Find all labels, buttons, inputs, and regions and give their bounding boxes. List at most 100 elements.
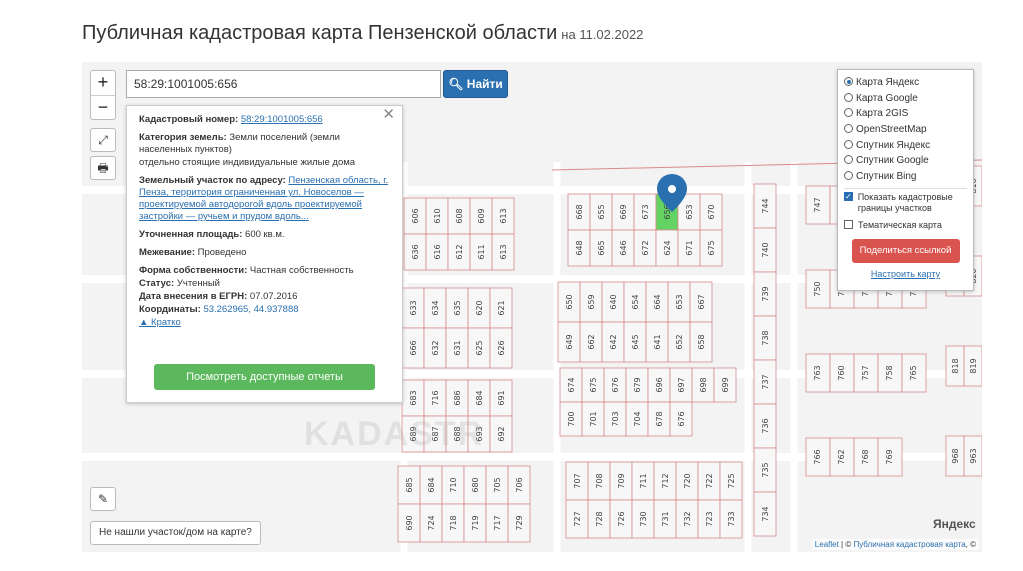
- layer-option[interactable]: Карта Google: [844, 91, 967, 107]
- parcel-number: 610: [433, 208, 442, 223]
- parcel-number: 747: [813, 197, 822, 212]
- fullscreen-button[interactable]: ⤢: [90, 128, 116, 152]
- parcel-number: 669: [619, 204, 628, 219]
- layer-option-label: OpenStreetMap: [856, 124, 927, 136]
- parcel-number: 696: [655, 377, 664, 392]
- radio-icon: [844, 92, 853, 102]
- parcel-number: 641: [653, 334, 662, 349]
- parcel-number: 728: [595, 511, 604, 526]
- page-title: Публичная кадастровая карта Пензенской о…: [82, 22, 643, 45]
- parcel-number: 653: [675, 294, 684, 309]
- parcel-number: 685: [405, 477, 414, 492]
- parcel-number: 723: [705, 511, 714, 526]
- parcel-number: 674: [567, 377, 576, 392]
- expand-icon: ⤢: [98, 133, 108, 147]
- parcel-number: 684: [475, 390, 484, 405]
- parcel-number: 722: [705, 473, 714, 488]
- parcel-number: 740: [761, 242, 770, 257]
- parcel-info-popup: ✕ Кадастровый номер: 58:29:1001005:656 К…: [126, 105, 403, 403]
- zoom-out-button[interactable]: −: [91, 95, 115, 119]
- parcel-number: 672: [641, 240, 650, 255]
- leaflet-link[interactable]: Leaflet: [815, 540, 839, 549]
- info-coordinates: Координаты: 53.262965, 44.937888: [139, 304, 299, 315]
- parcel-number: 963: [969, 448, 978, 463]
- watermark: KADASTR: [304, 415, 485, 453]
- info-cadastral-number: Кадастровый номер: 58:29:1001005:656: [139, 114, 323, 125]
- view-reports-button[interactable]: Посмотреть доступные отчеты: [154, 364, 375, 390]
- parcel-number: 766: [813, 449, 822, 464]
- layer-option[interactable]: Карта Яндекс: [844, 75, 967, 91]
- parcel-number: 736: [761, 418, 770, 433]
- search-button[interactable]: 🔍︎ Найти: [443, 70, 508, 98]
- map-viewport[interactable]: 606 610 608 609 613 636 616 612 611 613 668 655 669 6…: [82, 62, 982, 552]
- parcel-number: 609: [477, 208, 486, 223]
- layer-options: Карта Яндекс Карта Google Карта 2GIS OpenSt…: [844, 75, 967, 185]
- parcel-number: 725: [727, 473, 736, 488]
- parcel-number: 720: [683, 473, 692, 488]
- map-attribution: Leaflet | © Публичная кадастровая карта,…: [811, 539, 979, 550]
- cadastral-map-link[interactable]: Публичная кадастровая карта: [853, 540, 965, 549]
- parcel-number: 717: [493, 515, 502, 530]
- layer-option-label: Спутник Яндекс: [856, 139, 931, 151]
- layer-option[interactable]: Карта 2GIS: [844, 106, 967, 122]
- parcel-number: 750: [813, 281, 822, 296]
- layer-option[interactable]: Спутник Bing: [844, 169, 967, 185]
- parcel-number: 762: [837, 449, 846, 464]
- parcel-number: 706: [515, 477, 524, 492]
- thematic-map-checkbox[interactable]: Тематическая карта: [844, 219, 967, 231]
- collapse-link[interactable]: ▲ Кратко: [139, 317, 392, 329]
- parcel-number: 659: [587, 294, 596, 309]
- close-icon[interactable]: ✕: [382, 107, 395, 122]
- radio-icon: [844, 171, 853, 181]
- parcel-number: 649: [565, 334, 574, 349]
- print-button[interactable]: 🖶: [90, 156, 116, 180]
- layer-option[interactable]: OpenStreetMap: [844, 122, 967, 138]
- page-title-text: Публичная кадастровая карта Пензенской о…: [82, 22, 558, 44]
- cadastral-number-link[interactable]: 58:29:1001005:656: [241, 114, 323, 125]
- parcel-number: 760: [837, 365, 846, 380]
- page-subtitle: на 11.02.2022: [561, 27, 644, 42]
- parcel-number: 668: [575, 204, 584, 219]
- parcel-number: 624: [663, 240, 672, 255]
- parcel-number: 662: [587, 334, 596, 349]
- not-found-button[interactable]: Не нашли участок/дом на карте?: [90, 521, 261, 545]
- layer-option[interactable]: Спутник Google: [844, 153, 967, 169]
- parcel-number: 729: [515, 515, 524, 530]
- parcel-number: 658: [697, 334, 706, 349]
- parcel-number: 968: [951, 448, 960, 463]
- cadastral-search-input[interactable]: 58:29:1001005:656: [126, 70, 441, 98]
- share-link-button[interactable]: Поделиться ссылкой: [851, 238, 960, 263]
- parcel-number: 757: [861, 365, 870, 380]
- parcel-number: 675: [589, 377, 598, 392]
- layer-option[interactable]: Спутник Яндекс: [844, 138, 967, 154]
- parcel-number: 732: [683, 511, 692, 526]
- parcel-number: 650: [565, 294, 574, 309]
- measure-button[interactable]: ✎: [90, 487, 116, 511]
- parcel-number: 652: [675, 334, 684, 349]
- parcel-number: 818: [951, 358, 960, 373]
- parcel-number: 679: [633, 377, 642, 392]
- parcel-number: 719: [471, 515, 480, 530]
- search-icon: 🔍︎: [448, 77, 464, 91]
- show-boundaries-checkbox[interactable]: ✓ Показать кадастровые границы участков: [844, 191, 967, 214]
- parcel-number: 703: [611, 411, 620, 426]
- layer-option-label: Карта Google: [856, 92, 918, 104]
- printer-icon: 🖶: [97, 161, 109, 175]
- location-marker-dot: [668, 185, 676, 193]
- parcel-number: 734: [761, 506, 770, 521]
- parcel-number: 671: [685, 240, 694, 255]
- parcel-number: 733: [727, 511, 736, 526]
- parcel-number: 670: [707, 204, 716, 219]
- radio-icon: [844, 155, 853, 165]
- configure-map-link[interactable]: Настроить карту: [844, 269, 967, 279]
- parcel-number: 692: [497, 426, 506, 441]
- parcel-number: 768: [861, 449, 870, 464]
- parcel-number: 653: [685, 204, 694, 219]
- radio-icon: [844, 139, 853, 149]
- parcel-number: 636: [411, 244, 420, 259]
- parcel-number: 612: [455, 244, 464, 259]
- parcel-number: 683: [409, 390, 418, 405]
- parcel-number: 735: [761, 462, 770, 477]
- parcel-number: 645: [631, 334, 640, 349]
- zoom-in-button[interactable]: +: [91, 71, 115, 95]
